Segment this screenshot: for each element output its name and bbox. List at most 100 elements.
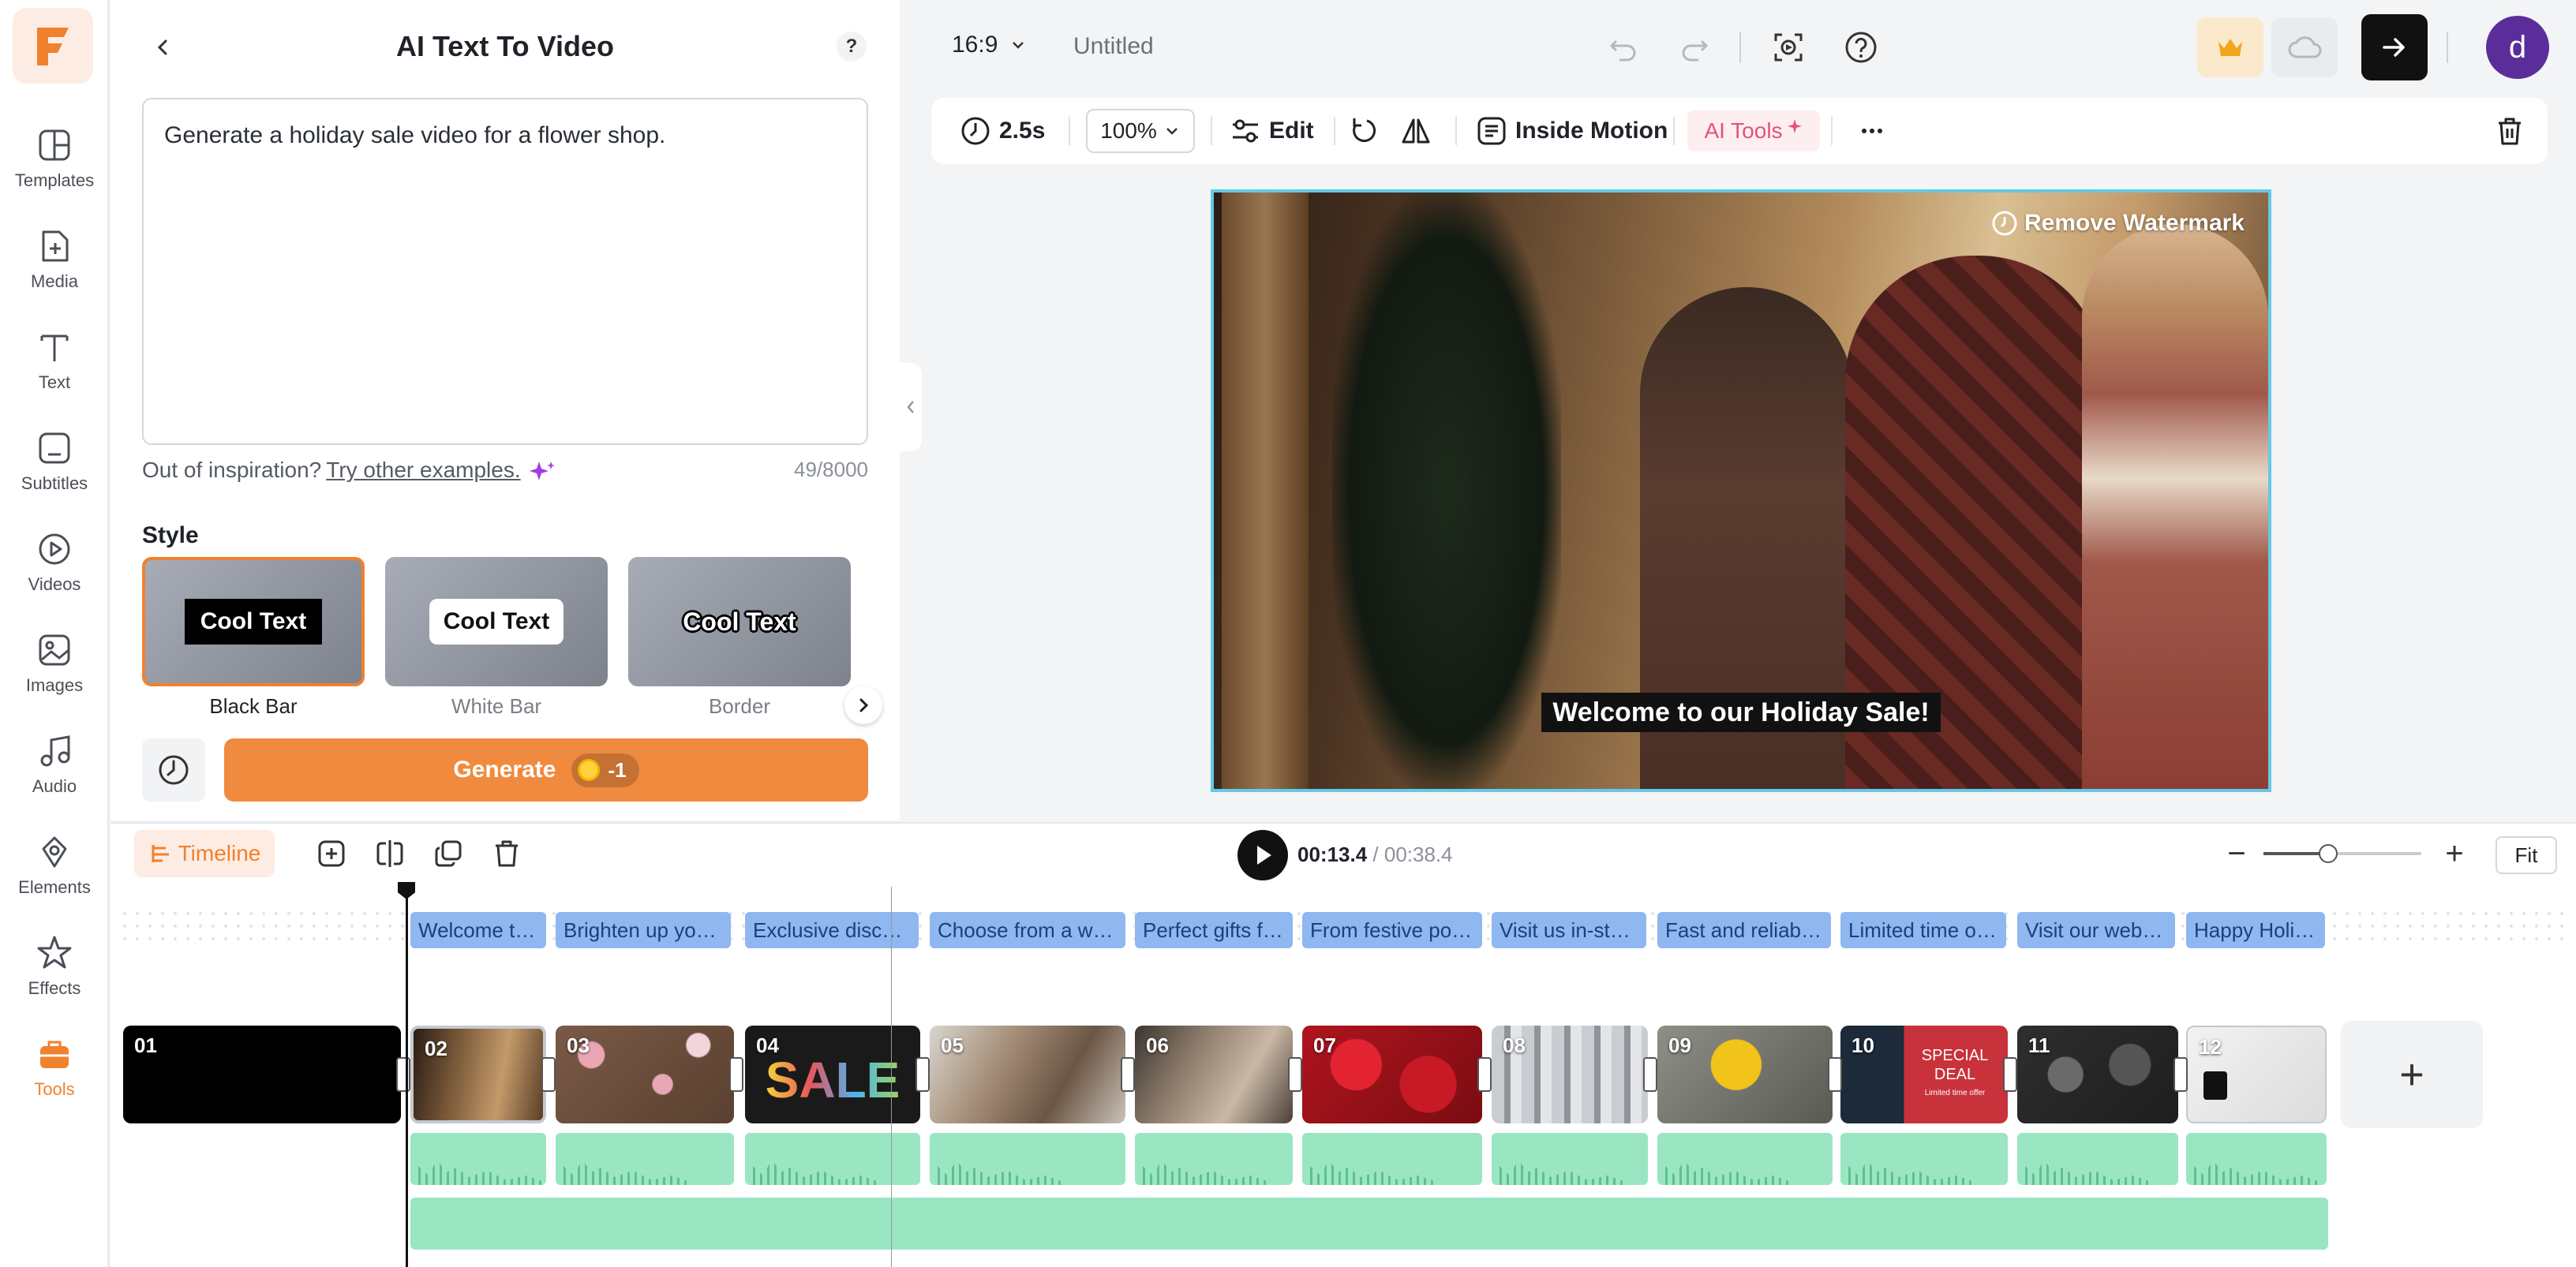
- clip-trim-handle[interactable]: [1121, 1057, 1135, 1092]
- delete-scene-button[interactable]: [488, 835, 526, 873]
- scene-clip-12[interactable]: 12: [2186, 1026, 2327, 1123]
- rail-subtitles[interactable]: Subtitles: [0, 429, 109, 516]
- zoom-select[interactable]: 100%: [1086, 109, 1195, 153]
- style-card-white-bar[interactable]: Cool Text: [385, 557, 608, 686]
- scene-clip-10[interactable]: 10 SPECIAL DEAL Limited time offer: [1840, 1026, 2008, 1123]
- rail-videos[interactable]: Videos: [0, 530, 109, 617]
- style-card-black-bar[interactable]: Cool Text: [142, 557, 365, 686]
- subtitle-caption[interactable]: Welcome to our Holiday Sale!: [1214, 693, 2268, 732]
- playhead[interactable]: [406, 887, 408, 1267]
- user-avatar[interactable]: d: [2486, 16, 2549, 79]
- delete-button[interactable]: [2494, 98, 2533, 164]
- zoom-in-button[interactable]: +: [2436, 835, 2473, 873]
- scene-clip-01[interactable]: 01: [123, 1026, 401, 1123]
- zoom-slider-handle[interactable]: [2319, 844, 2338, 863]
- scene-clip-09[interactable]: 09: [1657, 1026, 1833, 1123]
- voiceover-clip[interactable]: [1657, 1133, 1833, 1185]
- help-center-button[interactable]: [1840, 27, 1881, 68]
- split-button[interactable]: [371, 835, 409, 873]
- style-next-button[interactable]: [844, 686, 882, 724]
- zoom-slider[interactable]: [2263, 852, 2421, 855]
- voiceover-clip[interactable]: [556, 1133, 734, 1185]
- clip-trim-handle[interactable]: [396, 1057, 410, 1092]
- prompt-input[interactable]: Generate a holiday sale video for a flow…: [142, 98, 868, 445]
- screen-record-button[interactable]: [1768, 27, 1809, 68]
- help-button[interactable]: ?: [837, 32, 867, 62]
- playhead-handle[interactable]: [398, 882, 415, 899]
- aspect-ratio-select[interactable]: 16:9: [952, 32, 1028, 58]
- undo-button[interactable]: [1602, 27, 1643, 68]
- duplicate-button[interactable]: [429, 835, 467, 873]
- scene-clip-11[interactable]: 11: [2017, 1026, 2178, 1123]
- scene-clip-02[interactable]: 02: [410, 1026, 546, 1123]
- background-music-clip[interactable]: [410, 1198, 2328, 1250]
- rail-media[interactable]: Media: [0, 227, 109, 314]
- subtitle-clip[interactable]: Welcome to...: [410, 912, 546, 948]
- clip-trim-handle[interactable]: [541, 1057, 556, 1092]
- generate-button[interactable]: Generate -1: [224, 738, 868, 802]
- clip-trim-handle[interactable]: [1643, 1057, 1657, 1092]
- subtitle-clip[interactable]: Fast and reliable...: [1657, 912, 1831, 948]
- remove-watermark-button[interactable]: Remove Watermark: [1991, 210, 2245, 237]
- ai-tools-button[interactable]: AI Tools: [1687, 110, 1820, 151]
- clip-trim-handle[interactable]: [1477, 1057, 1492, 1092]
- subtitle-clip[interactable]: Choose from a wid...: [930, 912, 1125, 948]
- add-scene-tile[interactable]: +: [2341, 1021, 2483, 1128]
- more-options-button[interactable]: [1856, 98, 1896, 164]
- subtitle-clip[interactable]: From festive poin...: [1302, 912, 1482, 948]
- play-button[interactable]: [1237, 830, 1288, 880]
- flip-button[interactable]: [1400, 98, 1440, 164]
- subtitle-clip[interactable]: Happy Holid...: [2186, 912, 2325, 948]
- rotate-button[interactable]: [1348, 98, 1387, 164]
- rail-images[interactable]: Images: [0, 631, 109, 718]
- collapse-panel-button[interactable]: [900, 363, 922, 451]
- voiceover-clip[interactable]: [1840, 1133, 2008, 1185]
- fit-button[interactable]: Fit: [2496, 836, 2557, 874]
- redo-button[interactable]: [1675, 27, 1716, 68]
- timeline-toggle[interactable]: Timeline: [134, 830, 275, 877]
- voiceover-clip[interactable]: [2017, 1133, 2178, 1185]
- edit-button[interactable]: Edit: [1230, 98, 1314, 164]
- try-examples-link[interactable]: Try other examples.: [326, 458, 520, 482]
- voiceover-clip[interactable]: [1135, 1133, 1293, 1185]
- inside-motion-button[interactable]: Inside Motion: [1476, 98, 1668, 164]
- voiceover-clip[interactable]: [1492, 1133, 1648, 1185]
- scene-clip-07[interactable]: 07: [1302, 1026, 1482, 1123]
- clip-trim-handle[interactable]: [2174, 1057, 2188, 1092]
- subtitle-clip[interactable]: Visit us in-stor...: [1492, 912, 1646, 948]
- clip-trim-handle[interactable]: [1828, 1057, 1842, 1092]
- rail-tools[interactable]: Tools: [0, 1035, 109, 1122]
- rail-audio[interactable]: Audio: [0, 732, 109, 819]
- clip-trim-handle[interactable]: [2003, 1057, 2017, 1092]
- subtitle-clip[interactable]: Visit our websi...: [2017, 912, 2175, 948]
- clip-trim-handle[interactable]: [915, 1057, 930, 1092]
- rail-elements[interactable]: Elements: [0, 833, 109, 920]
- video-canvas[interactable]: Remove Watermark Welcome to our Holiday …: [1211, 189, 2271, 792]
- voiceover-clip[interactable]: [410, 1133, 546, 1185]
- rail-templates[interactable]: Templates: [0, 126, 109, 213]
- add-scene-button[interactable]: [313, 835, 350, 873]
- history-button[interactable]: [142, 738, 205, 802]
- rail-text[interactable]: Text: [0, 328, 109, 415]
- style-card-border[interactable]: Cool Text: [628, 557, 851, 686]
- scene-clip-06[interactable]: 06: [1135, 1026, 1293, 1123]
- clip-trim-handle[interactable]: [1288, 1057, 1302, 1092]
- rail-effects[interactable]: Effects: [0, 934, 109, 1021]
- scene-clip-03[interactable]: 03: [556, 1026, 734, 1123]
- cloud-sync-button[interactable]: [2271, 17, 2338, 77]
- clip-trim-handle[interactable]: [729, 1057, 743, 1092]
- subtitle-clip[interactable]: Brighten up your ...: [556, 912, 731, 948]
- app-logo[interactable]: [13, 8, 93, 84]
- upgrade-button[interactable]: [2197, 17, 2263, 77]
- voiceover-clip[interactable]: [745, 1133, 920, 1185]
- scene-clip-05[interactable]: 05: [930, 1026, 1125, 1123]
- voiceover-clip[interactable]: [2186, 1133, 2327, 1185]
- duration-button[interactable]: 2.5s: [960, 98, 1045, 164]
- voiceover-clip[interactable]: [930, 1133, 1125, 1185]
- scene-clip-08[interactable]: 08: [1492, 1026, 1648, 1123]
- scene-clip-04[interactable]: 04 SALE: [745, 1026, 920, 1123]
- subtitle-clip[interactable]: Limited time off...: [1840, 912, 2006, 948]
- zoom-out-button[interactable]: −: [2218, 835, 2256, 873]
- subtitle-clip[interactable]: Perfect gifts fo...: [1135, 912, 1293, 948]
- subtitle-clip[interactable]: Exclusive discou...: [745, 912, 919, 948]
